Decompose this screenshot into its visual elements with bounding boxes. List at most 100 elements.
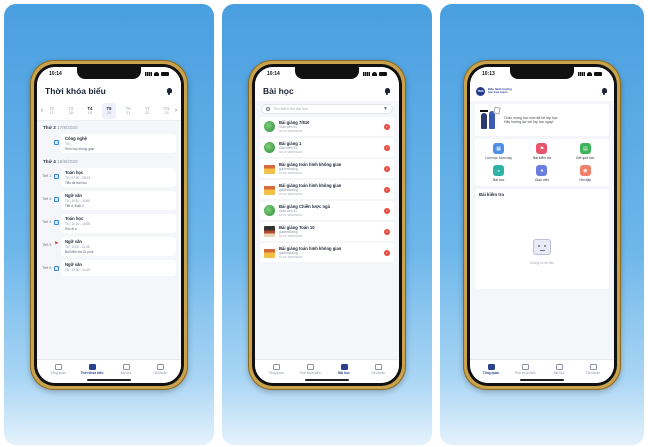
feature-item[interactable]: ◒ Bài học — [477, 165, 520, 182]
tab-account[interactable]: Tài khoản — [361, 364, 395, 375]
lesson-row[interactable]: Tiết 6 Ngữ văn T6 | 13:00 - 14:15 — [37, 258, 181, 278]
tab-timetable[interactable]: Thời khóa biểu — [75, 364, 109, 375]
lesson-item[interactable]: Bài giảng toán hình không gian guidemiss… — [260, 180, 394, 199]
status-time: 10:14 — [267, 71, 280, 77]
tab-label: Tài khoản — [586, 371, 600, 375]
day-list: T2 17 T3 18 T4 19 T5 20 T6 21 T7 22 CN 23 — [43, 102, 175, 119]
tab-account[interactable]: Tài khoản — [576, 364, 610, 375]
tab-lessons[interactable]: Bài học — [109, 364, 143, 375]
day-chip[interactable]: T7 22 — [140, 103, 154, 119]
lesson-slot: Tiết 4 — [42, 220, 52, 224]
section-label: Thứ 2 — [43, 125, 56, 130]
tab-label: Tổng quan — [268, 371, 284, 375]
feature-item[interactable]: ⚑ Bài kiểm tra — [520, 143, 563, 160]
page-title: Bài học — [263, 86, 294, 96]
tab-timetable[interactable]: Thời khóa biểu — [293, 364, 327, 375]
person-icon: ● — [536, 165, 548, 176]
signal-icon — [363, 72, 370, 76]
lesson-desc: Tiểu đề bài học — [65, 181, 87, 185]
search-bar: ▼ — [261, 104, 393, 114]
check-icon: ✓ — [384, 123, 390, 130]
flag-icon: ⚑ — [54, 241, 59, 247]
lesson-item[interactable]: Bài giảng toán hình không gian guidemiss… — [260, 243, 394, 262]
lesson-row[interactable]: Tiết 4 Ngữ văn T6 | 10:10 - 10:55 Tiết 4… — [37, 189, 181, 212]
lesson-item[interactable]: Bài giảng 1 Giáo viên 41 04:21 18/08/202… — [260, 138, 394, 157]
lesson-slot — [42, 134, 52, 140]
tab-overview[interactable]: Tổng quan — [259, 364, 293, 375]
lesson-item[interactable]: Bài giảng toán hình không gian guidemiss… — [260, 159, 394, 178]
person-icon — [374, 364, 382, 370]
tab-timetable[interactable]: Thời khóa biểu — [508, 364, 542, 375]
tab-overview[interactable]: Tổng quan — [474, 364, 508, 375]
lesson-item[interactable]: Bài giảng Toán 10 guidemissing 10:56 18/… — [260, 222, 394, 241]
stage: 10:14 Thời khóa biểu ‹ T2 17 T3 18 T4 19 T5 20 T… — [0, 0, 648, 447]
lesson-slot: Tiết 1 — [42, 174, 52, 178]
home-indicator — [305, 379, 349, 381]
day-date: 20 — [106, 111, 112, 115]
person-icon — [589, 364, 597, 370]
section-header-wednesday: Thứ 4 19/8/2020 — [37, 155, 181, 166]
phone-bezel: 10:14 Thời khóa biểu ‹ T2 17 T3 18 T4 19 T5 20 T… — [34, 64, 184, 386]
lesson-item[interactable]: Bài giảng 7/810 Giáo viên 41 04:43 18/08… — [260, 117, 394, 136]
feature-item[interactable]: ▦ Lịch học hôm nay — [477, 143, 520, 160]
lesson-text: Bài giảng 1 Giáo viên 41 04:21 18/08/202… — [279, 141, 380, 154]
day-chip[interactable]: T2 17 — [45, 103, 59, 119]
tab-label: Thời khóa biểu — [80, 371, 104, 375]
battery-icon — [161, 72, 169, 76]
lesson-date: 10:21 18/08/2020 — [279, 213, 303, 217]
tab-label: Bài học — [553, 371, 565, 375]
bell-icon[interactable] — [165, 87, 173, 95]
lesson-date: 10:56 18/08/2020 — [279, 234, 303, 238]
tests-title: Bài kiểm tra — [479, 192, 504, 197]
bell-icon[interactable] — [383, 87, 391, 95]
chevron-right-icon[interactable]: › — [175, 108, 177, 114]
day-chip[interactable]: T5 20 — [101, 102, 116, 119]
bell-icon[interactable] — [600, 87, 608, 95]
day-date: 18 — [68, 111, 73, 115]
lesson-card: Ngữ văn T6 | 11:00 - 11:45 Bài kiểm tra … — [61, 237, 176, 256]
feature-item[interactable]: ● Giáo viên — [520, 165, 563, 182]
feature-grid: ▦ Lịch học hôm nay ⚑ Bài kiểm tra ▤ Kết quả h… — [475, 139, 609, 186]
day-date: 19 — [87, 111, 92, 115]
lesson-date: 04:43 18/08/2020 — [279, 129, 303, 133]
tab-lessons[interactable]: Bài học — [327, 364, 361, 375]
lesson-row[interactable]: Tiết 1 Toán học T6 | 07:30 - 08:15 Tiểu … — [37, 166, 181, 189]
lesson-time: T6 | 07:30 - 08:15 — [65, 176, 91, 180]
tab-lessons[interactable]: Bài học — [542, 364, 576, 375]
lesson-date: 10:52 18/08/2020 — [279, 192, 303, 196]
lesson-row[interactable]: Tiết 4 Toán học T6 | 10:10 - 10:55 Học đ… — [37, 212, 181, 235]
welcome-card: Chào mừng học sinh đã tới lớp học. Hãy hư… — [475, 104, 609, 136]
screen-timetable: 10:14 Thời khóa biểu ‹ T2 17 T3 18 T4 19 T5 20 T… — [37, 67, 181, 383]
screen-lessons: 10:14 Bài học ▼ Bài giảng 7/810 Giáo viê… — [255, 67, 399, 383]
tab-account[interactable]: Tài khoản — [143, 364, 177, 375]
book-icon — [340, 364, 348, 370]
lesson-card: Toán học T6 | 07:30 - 08:15 Tiểu đề bài … — [61, 168, 176, 187]
lesson-desc: Hình học không gian — [65, 147, 95, 151]
day-chip[interactable]: T3 18 — [64, 103, 78, 119]
feature-item[interactable]: ◉ Hỏi đáp — [564, 165, 607, 182]
panel-home: 10:13 TMS Điều hành trường học trực tuyến… — [440, 4, 644, 445]
lesson-list: Bài giảng 7/810 Giáo viên 41 04:43 18/08… — [255, 117, 399, 262]
tab-overview[interactable]: Tổng quan — [41, 364, 75, 375]
feature-item[interactable]: ▤ Kết quả học — [564, 143, 607, 160]
day-chip[interactable]: CN 23 — [159, 103, 173, 119]
home-indicator — [520, 379, 564, 381]
lesson-card: Ngữ văn T6 | 13:00 - 14:15 — [61, 260, 176, 276]
tab-label: Tài khoản — [153, 371, 167, 375]
lesson-time: T5 | - — [65, 142, 73, 146]
lesson-subject: Ngữ văn — [65, 239, 82, 244]
lesson-row[interactable]: Tiết 5 ⚑ Ngữ văn T6 | 11:00 - 11:45 Bài … — [37, 235, 181, 258]
filter-icon[interactable]: ▼ — [383, 106, 388, 112]
lesson-row[interactable]: Công nghệ T5 | - Hình học không gian — [37, 132, 181, 155]
day-date: 21 — [126, 111, 131, 115]
panel-lessons: 10:14 Bài học ▼ Bài giảng 7/810 Giáo viê… — [222, 4, 432, 445]
day-chip[interactable]: T4 19 — [83, 103, 97, 119]
lesson-time: T6 | 13:00 - 14:15 — [65, 268, 91, 272]
phone-frame: 10:13 TMS Điều hành trường học trực tuyến… — [463, 60, 621, 390]
search-input[interactable] — [273, 107, 381, 111]
lesson-desc: Bài kiểm tra 15 phút — [65, 250, 94, 254]
lesson-thumbnail — [264, 247, 275, 258]
lesson-item[interactable]: Bài giảng Chiến lược ngà Giáo viên 41 10… — [260, 201, 394, 220]
day-chip[interactable]: T6 21 — [121, 103, 135, 119]
lesson-date: 10:56 18/08/2020 — [279, 255, 303, 259]
